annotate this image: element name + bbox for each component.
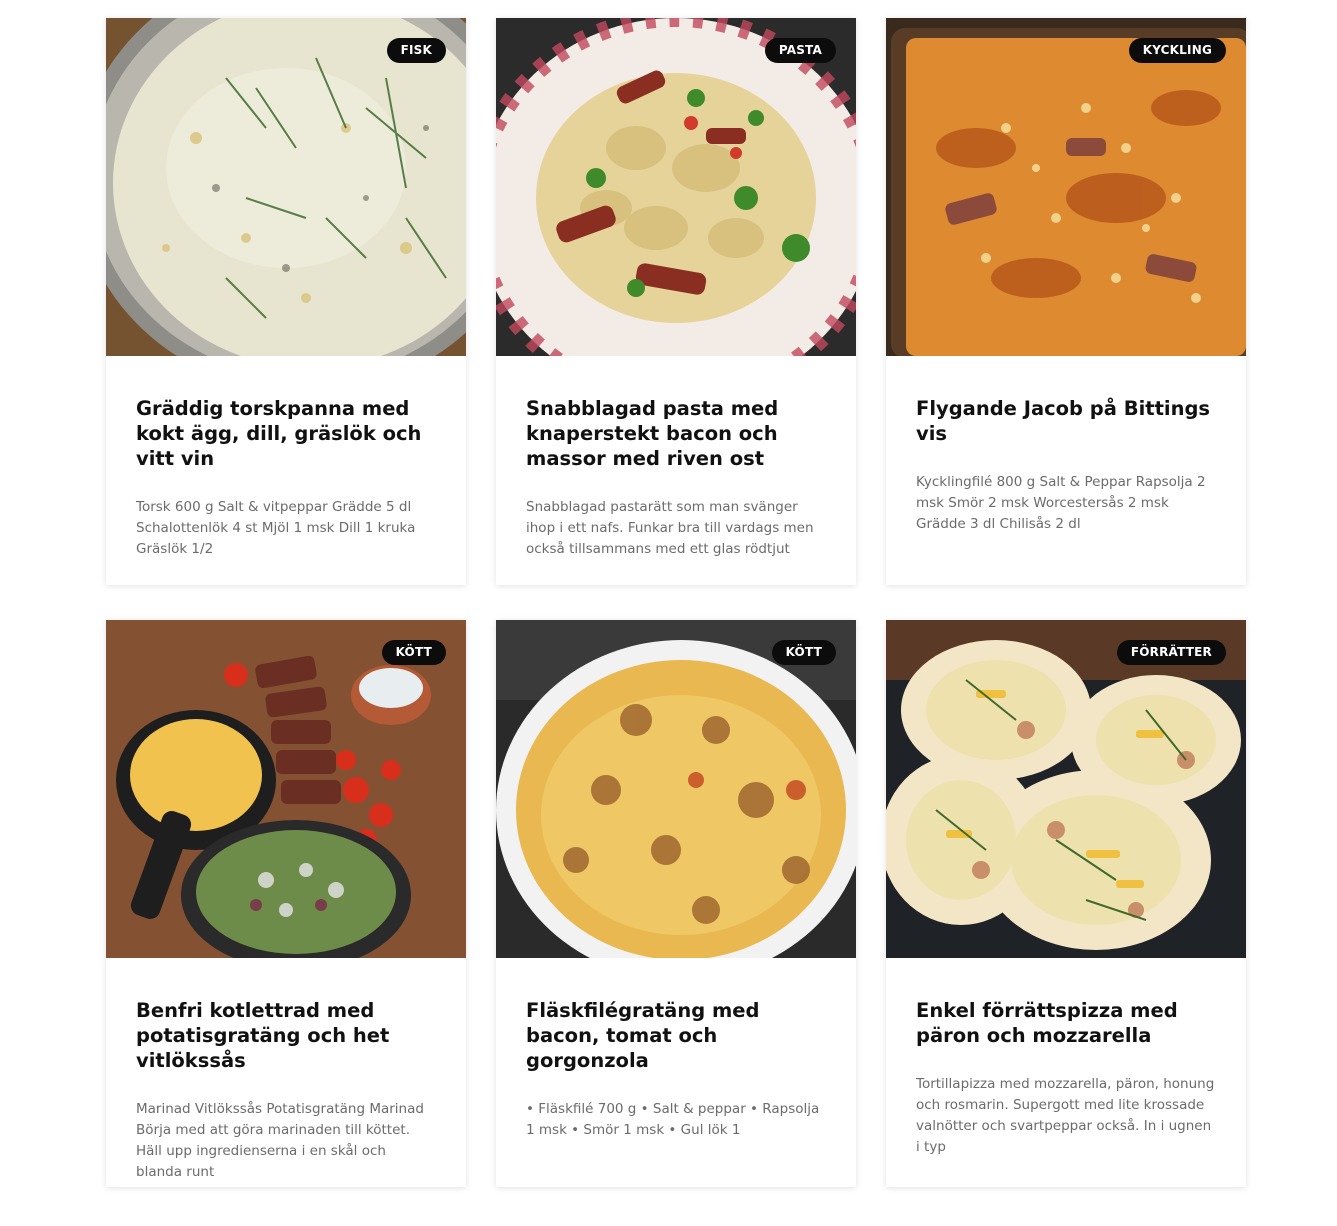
recipe-excerpt: Snabblagad pastarätt som man svänger iho… <box>526 499 814 557</box>
card-body: Snabblagad pasta med knaperstekt bacon o… <box>496 356 856 560</box>
recipe-title[interactable]: Snabblagad pasta med knaperstekt bacon o… <box>526 396 826 471</box>
recipe-card[interactable]: KÖTT Fläskfilégratäng med bacon, tomat o… <box>496 620 856 1187</box>
card-body: Flygande Jacob på Bittings vis Kycklingf… <box>886 356 1246 535</box>
recipe-title[interactable]: Benfri kotlettrad med potatisgratäng och… <box>136 998 436 1073</box>
recipe-image-flaskfilegratang[interactable]: KÖTT <box>496 620 856 958</box>
recipe-card[interactable]: PASTA Snabblagad pasta med knaperstekt b… <box>496 18 856 585</box>
recipe-card[interactable]: KYCKLING Flygande Jacob på Bittings vis … <box>886 18 1246 585</box>
recipe-title[interactable]: Gräddig torskpanna med kokt ägg, dill, g… <box>136 396 436 471</box>
recipe-image-flygande-jacob[interactable]: KYCKLING <box>886 18 1246 356</box>
card-body: Gräddig torskpanna med kokt ägg, dill, g… <box>106 356 466 560</box>
recipe-title[interactable]: Enkel förrättspizza med päron och mozzar… <box>916 998 1216 1048</box>
recipe-excerpt: Marinad Vitlökssås Potatisgratäng Marina… <box>136 1101 424 1180</box>
category-badge[interactable]: KYCKLING <box>1128 38 1226 63</box>
recipe-title[interactable]: Flygande Jacob på Bittings vis <box>916 396 1216 446</box>
recipe-title[interactable]: Fläskfilégratäng med bacon, tomat och go… <box>526 998 826 1073</box>
recipe-excerpt: Kycklingfilé 800 g Salt & Peppar Rapsolj… <box>916 474 1206 532</box>
card-body: Benfri kotlettrad med potatisgratäng och… <box>106 958 466 1183</box>
recipe-card[interactable]: FÖRRÄTTER Enkel förrättspizza med päron … <box>886 620 1246 1187</box>
recipe-image-forrattspizza[interactable]: FÖRRÄTTER <box>886 620 1246 958</box>
category-badge[interactable]: FISK <box>386 38 446 63</box>
recipe-card[interactable]: KÖTT Benfri kotlettrad med potatisgratän… <box>106 620 466 1187</box>
recipe-image-kotlettrad[interactable]: KÖTT <box>106 620 466 958</box>
category-badge[interactable]: KÖTT <box>771 640 836 665</box>
card-body: Fläskfilégratäng med bacon, tomat och go… <box>496 958 856 1141</box>
recipe-excerpt: • Fläskfilé 700 g • Salt & peppar • Raps… <box>526 1101 820 1138</box>
recipe-image-fish-pan[interactable]: FISK <box>106 18 466 356</box>
category-badge[interactable]: KÖTT <box>381 640 446 665</box>
recipe-grid: FISK Gräddig torskpanna med kokt ägg, di… <box>106 18 1246 1187</box>
recipe-image-pasta[interactable]: PASTA <box>496 18 856 356</box>
card-body: Enkel förrättspizza med päron och mozzar… <box>886 958 1246 1158</box>
recipe-excerpt: Torsk 600 g Salt & vitpeppar Grädde 5 dl… <box>136 499 416 557</box>
recipe-card[interactable]: FISK Gräddig torskpanna med kokt ägg, di… <box>106 18 466 585</box>
recipe-excerpt: Tortillapizza med mozzarella, päron, hon… <box>916 1076 1215 1155</box>
category-badge[interactable]: PASTA <box>764 38 836 63</box>
category-badge[interactable]: FÖRRÄTTER <box>1116 640 1226 665</box>
